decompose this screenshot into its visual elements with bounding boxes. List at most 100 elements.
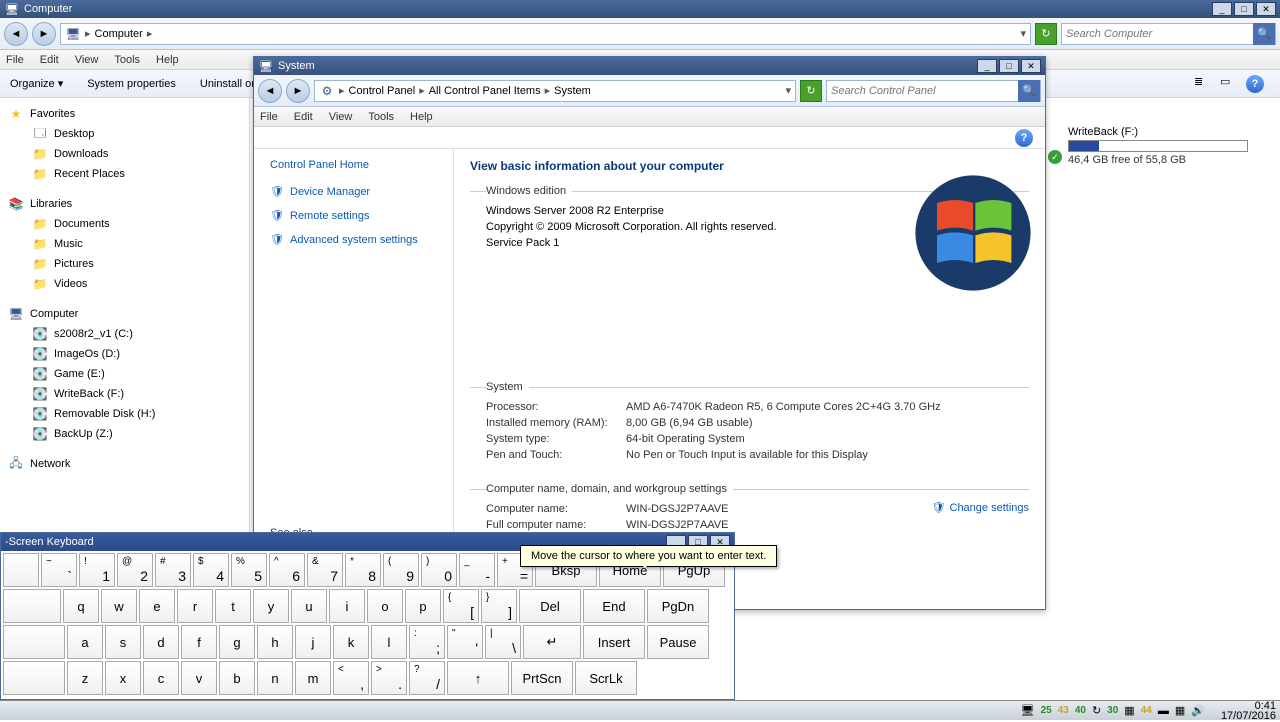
help-icon[interactable]: ? bbox=[1246, 75, 1264, 93]
key-t[interactable]: t bbox=[215, 589, 251, 623]
key-h[interactable]: h bbox=[257, 625, 293, 659]
key-a[interactable]: a bbox=[67, 625, 103, 659]
bc-all-items[interactable]: All Control Panel Items bbox=[429, 85, 541, 97]
sidebar-item-drive-f[interactable]: 💽WriteBack (F:) bbox=[0, 384, 249, 404]
forward-button[interactable]: ► bbox=[286, 79, 310, 103]
minimize-button[interactable]: _ bbox=[1212, 2, 1232, 16]
key-del[interactable]: Del bbox=[519, 589, 581, 623]
sidebar-item-drive-z[interactable]: 💽BackUp (Z:) bbox=[0, 424, 249, 444]
sidebar-item-music[interactable]: 📁Music bbox=[0, 234, 249, 254]
tray-icon[interactable]: ▦ bbox=[1175, 704, 1185, 717]
key-v[interactable]: v bbox=[181, 661, 217, 695]
key-e[interactable]: e bbox=[139, 589, 175, 623]
organize-button[interactable]: Organize ▾ bbox=[10, 77, 63, 90]
key-y[interactable]: y bbox=[253, 589, 289, 623]
key-9[interactable]: (9 bbox=[383, 553, 419, 587]
key-insert[interactable]: Insert bbox=[583, 625, 645, 659]
refresh-button[interactable]: ↻ bbox=[1035, 23, 1057, 45]
address-bar[interactable]: ⚙ ▸ Control Panel ▸ All Control Panel It… bbox=[314, 80, 796, 102]
key-w[interactable]: w bbox=[101, 589, 137, 623]
key-0[interactable]: )0 bbox=[421, 553, 457, 587]
remote-settings-link[interactable]: 🛡Remote settings bbox=[270, 209, 453, 223]
key-end[interactable]: End bbox=[583, 589, 645, 623]
key-punct[interactable]: >. bbox=[371, 661, 407, 695]
forward-button[interactable]: ► bbox=[32, 22, 56, 46]
sidebar-item-videos[interactable]: 📁Videos bbox=[0, 274, 249, 294]
sidebar-item-documents[interactable]: 📁Documents bbox=[0, 214, 249, 234]
search-box[interactable]: 🔍 bbox=[826, 80, 1041, 102]
control-panel-home[interactable]: Control Panel Home bbox=[270, 159, 453, 171]
chevron-down-icon[interactable]: ▾ bbox=[785, 84, 791, 97]
key-punct[interactable]: <, bbox=[333, 661, 369, 695]
maximize-button[interactable]: □ bbox=[1234, 2, 1254, 16]
key-5[interactable]: %5 bbox=[231, 553, 267, 587]
key-l[interactable]: l bbox=[371, 625, 407, 659]
sidebar-item-drive-e[interactable]: 💽Game (E:) bbox=[0, 364, 249, 384]
key-4[interactable]: $4 bbox=[193, 553, 229, 587]
key-pause[interactable]: Pause bbox=[647, 625, 709, 659]
chevron-right-icon[interactable]: ▸ bbox=[147, 27, 153, 40]
key-↑[interactable]: ↑ bbox=[447, 661, 509, 695]
key-esc[interactable] bbox=[3, 553, 39, 587]
key-r[interactable]: r bbox=[177, 589, 213, 623]
tray-icon[interactable]: 🔊 bbox=[1191, 704, 1205, 717]
key-j[interactable]: j bbox=[295, 625, 331, 659]
favorites-head[interactable]: ★Favorites bbox=[0, 104, 249, 124]
refresh-button[interactable]: ↻ bbox=[800, 80, 822, 102]
search-input[interactable] bbox=[827, 85, 1018, 97]
key-punct[interactable]: |\ bbox=[485, 625, 521, 659]
menu-tools[interactable]: Tools bbox=[114, 54, 140, 66]
search-input[interactable] bbox=[1062, 28, 1253, 40]
drive-panel[interactable]: WriteBack (F:) 46,4 GB free of 55,8 GB ✓ bbox=[1048, 126, 1280, 166]
key-shift[interactable] bbox=[3, 661, 65, 695]
key-1[interactable]: !1 bbox=[79, 553, 115, 587]
menu-tools[interactable]: Tools bbox=[368, 111, 394, 123]
key-3[interactable]: #3 bbox=[155, 553, 191, 587]
sidebar-item-pictures[interactable]: 📁Pictures bbox=[0, 254, 249, 274]
key-k[interactable]: k bbox=[333, 625, 369, 659]
key-punct[interactable]: "' bbox=[447, 625, 483, 659]
computer-head[interactable]: 🖥Computer bbox=[0, 304, 249, 324]
chevron-down-icon[interactable]: ▾ bbox=[1020, 27, 1026, 40]
key-c[interactable]: c bbox=[143, 661, 179, 695]
sidebar-item-drive-c[interactable]: 💽s2008r2_v1 (C:) bbox=[0, 324, 249, 344]
key-d[interactable]: d bbox=[143, 625, 179, 659]
help-icon[interactable]: ? bbox=[1015, 129, 1033, 147]
view-icon[interactable]: ≣ bbox=[1194, 75, 1210, 91]
menu-edit[interactable]: Edit bbox=[294, 111, 313, 123]
sidebar-item-drive-d[interactable]: 💽ImageOs (D:) bbox=[0, 344, 249, 364]
menu-edit[interactable]: Edit bbox=[40, 54, 59, 66]
address-bar[interactable]: 🖥 ▸ Computer ▸ ▾ bbox=[60, 23, 1031, 45]
key-tab[interactable] bbox=[3, 589, 61, 623]
address-item[interactable]: Computer bbox=[95, 28, 143, 40]
key-f[interactable]: f bbox=[181, 625, 217, 659]
key-enter[interactable]: ↵ bbox=[523, 625, 581, 659]
key-s[interactable]: s bbox=[105, 625, 141, 659]
key-caps[interactable] bbox=[3, 625, 65, 659]
clock[interactable]: 0:41 17/07/2016 bbox=[1221, 701, 1276, 721]
key-m[interactable]: m bbox=[295, 661, 331, 695]
key-pgdn[interactable]: PgDn bbox=[647, 589, 709, 623]
key-b[interactable]: b bbox=[219, 661, 255, 695]
key-bracket[interactable]: {[ bbox=[443, 589, 479, 623]
menu-help[interactable]: Help bbox=[156, 54, 179, 66]
device-manager-link[interactable]: 🛡Device Manager bbox=[270, 185, 453, 199]
bc-system[interactable]: System bbox=[554, 85, 591, 97]
key-i[interactable]: i bbox=[329, 589, 365, 623]
search-icon[interactable]: 🔍 bbox=[1253, 23, 1275, 45]
key-scrlk[interactable]: ScrLk bbox=[575, 661, 637, 695]
key-q[interactable]: q bbox=[63, 589, 99, 623]
menu-view[interactable]: View bbox=[75, 54, 99, 66]
sidebar-item-recent[interactable]: 📁Recent Places bbox=[0, 164, 249, 184]
menu-view[interactable]: View bbox=[329, 111, 353, 123]
tray-icon[interactable]: 🖥 bbox=[1021, 704, 1035, 717]
sysprops-button[interactable]: System properties bbox=[87, 78, 176, 90]
back-button[interactable]: ◄ bbox=[4, 22, 28, 46]
preview-icon[interactable]: ▭ bbox=[1220, 75, 1236, 91]
tray-icon[interactable]: ▦ bbox=[1124, 704, 1134, 717]
tray-icon[interactable]: ▬ bbox=[1158, 705, 1169, 717]
key-p[interactable]: p bbox=[405, 589, 441, 623]
libraries-head[interactable]: 📚Libraries bbox=[0, 194, 249, 214]
key-punct[interactable]: ?/ bbox=[409, 661, 445, 695]
close-button[interactable]: ✕ bbox=[1256, 2, 1276, 16]
